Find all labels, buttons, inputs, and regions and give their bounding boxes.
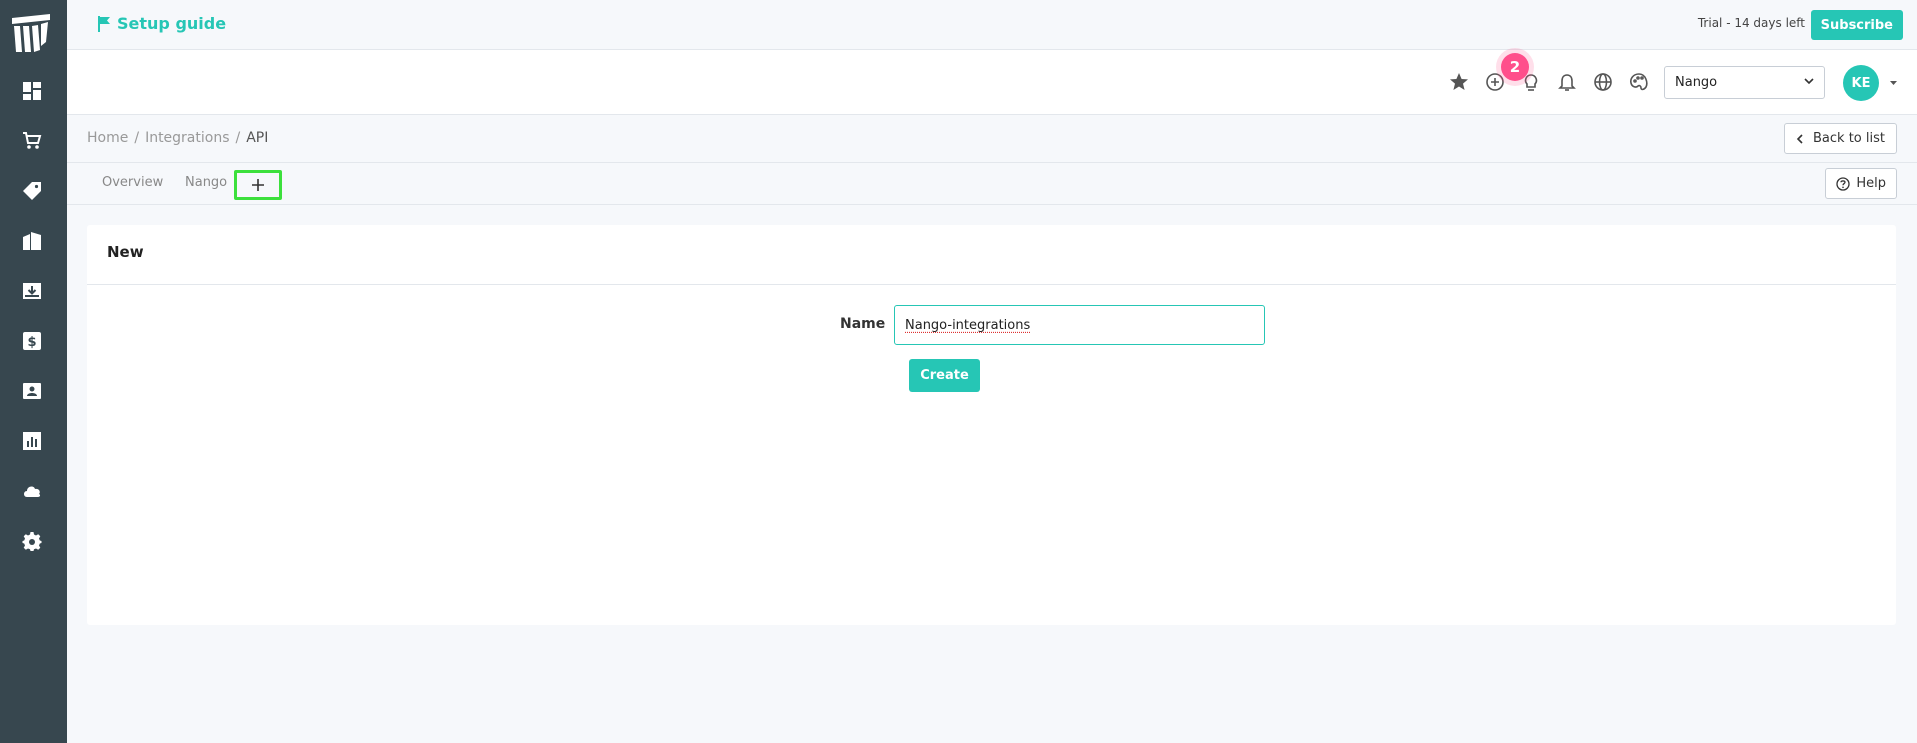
trial-status: Trial - 14 days left bbox=[1697, 16, 1805, 30]
create-button[interactable]: Create bbox=[909, 359, 980, 392]
bell-icon[interactable] bbox=[1556, 71, 1578, 93]
chevron-left-icon bbox=[1796, 133, 1803, 144]
svg-text:$: $ bbox=[27, 335, 36, 350]
breadcrumb-integrations[interactable]: Integrations bbox=[145, 130, 229, 146]
subscribe-button[interactable]: Subscribe bbox=[1810, 10, 1903, 40]
help-label: Help bbox=[1856, 176, 1886, 191]
gear-icon[interactable] bbox=[21, 530, 43, 552]
tab-nango[interactable]: Nango bbox=[185, 175, 227, 190]
breadcrumb-bar: Home / Integrations / API Back to list bbox=[67, 115, 1917, 163]
new-form-card: New Name Create bbox=[87, 225, 1896, 625]
add-tab-button[interactable] bbox=[234, 170, 282, 200]
app-logo[interactable] bbox=[10, 12, 54, 54]
inbox-download-icon[interactable] bbox=[21, 280, 43, 302]
user-menu-chevron-icon[interactable] bbox=[1889, 79, 1898, 87]
name-input[interactable] bbox=[894, 305, 1265, 345]
tab-overview[interactable]: Overview bbox=[102, 175, 163, 190]
palette-icon[interactable] bbox=[1628, 71, 1650, 93]
cloud-icon[interactable] bbox=[21, 480, 43, 502]
tag-icon[interactable] bbox=[21, 180, 43, 202]
chart-icon[interactable] bbox=[21, 430, 43, 452]
card-title: New bbox=[107, 243, 144, 261]
organization-select-value: Nango bbox=[1675, 75, 1718, 90]
card-divider bbox=[87, 284, 1896, 285]
name-label: Name bbox=[840, 316, 886, 332]
chevron-down-icon bbox=[1804, 78, 1814, 85]
breadcrumb: Home / Integrations / API bbox=[87, 130, 268, 146]
cart-icon[interactable] bbox=[21, 130, 43, 152]
organization-select[interactable]: Nango bbox=[1664, 66, 1825, 99]
breadcrumb-home[interactable]: Home bbox=[87, 130, 128, 146]
setup-guide-link[interactable]: Setup guide bbox=[97, 14, 226, 33]
breadcrumb-separator: / bbox=[134, 130, 140, 146]
sidebar: $ bbox=[0, 0, 67, 743]
dashboard-icon[interactable] bbox=[21, 80, 43, 102]
help-circle-icon bbox=[1836, 176, 1851, 191]
tabs-bar: Overview Nango Help bbox=[67, 163, 1917, 205]
notification-count-badge[interactable]: 2 bbox=[1501, 53, 1529, 81]
setup-guide-label: Setup guide bbox=[117, 14, 227, 33]
breadcrumb-current: API bbox=[246, 130, 269, 146]
top-bar: Setup guide Trial - 14 days left Subscri… bbox=[67, 0, 1917, 50]
contact-card-icon[interactable] bbox=[21, 380, 43, 402]
back-to-list-button[interactable]: Back to list bbox=[1784, 123, 1897, 154]
header-bar: 2 Nango KE bbox=[67, 50, 1917, 115]
back-to-list-label: Back to list bbox=[1813, 131, 1885, 146]
help-button[interactable]: Help bbox=[1825, 168, 1897, 199]
flag-icon bbox=[98, 15, 110, 32]
plus-icon bbox=[252, 179, 264, 191]
dollar-icon[interactable]: $ bbox=[21, 330, 43, 352]
breadcrumb-separator: / bbox=[235, 130, 241, 146]
star-icon[interactable] bbox=[1448, 71, 1470, 93]
user-avatar[interactable]: KE bbox=[1843, 65, 1879, 101]
building-icon[interactable] bbox=[21, 230, 43, 252]
globe-icon[interactable] bbox=[1592, 71, 1614, 93]
